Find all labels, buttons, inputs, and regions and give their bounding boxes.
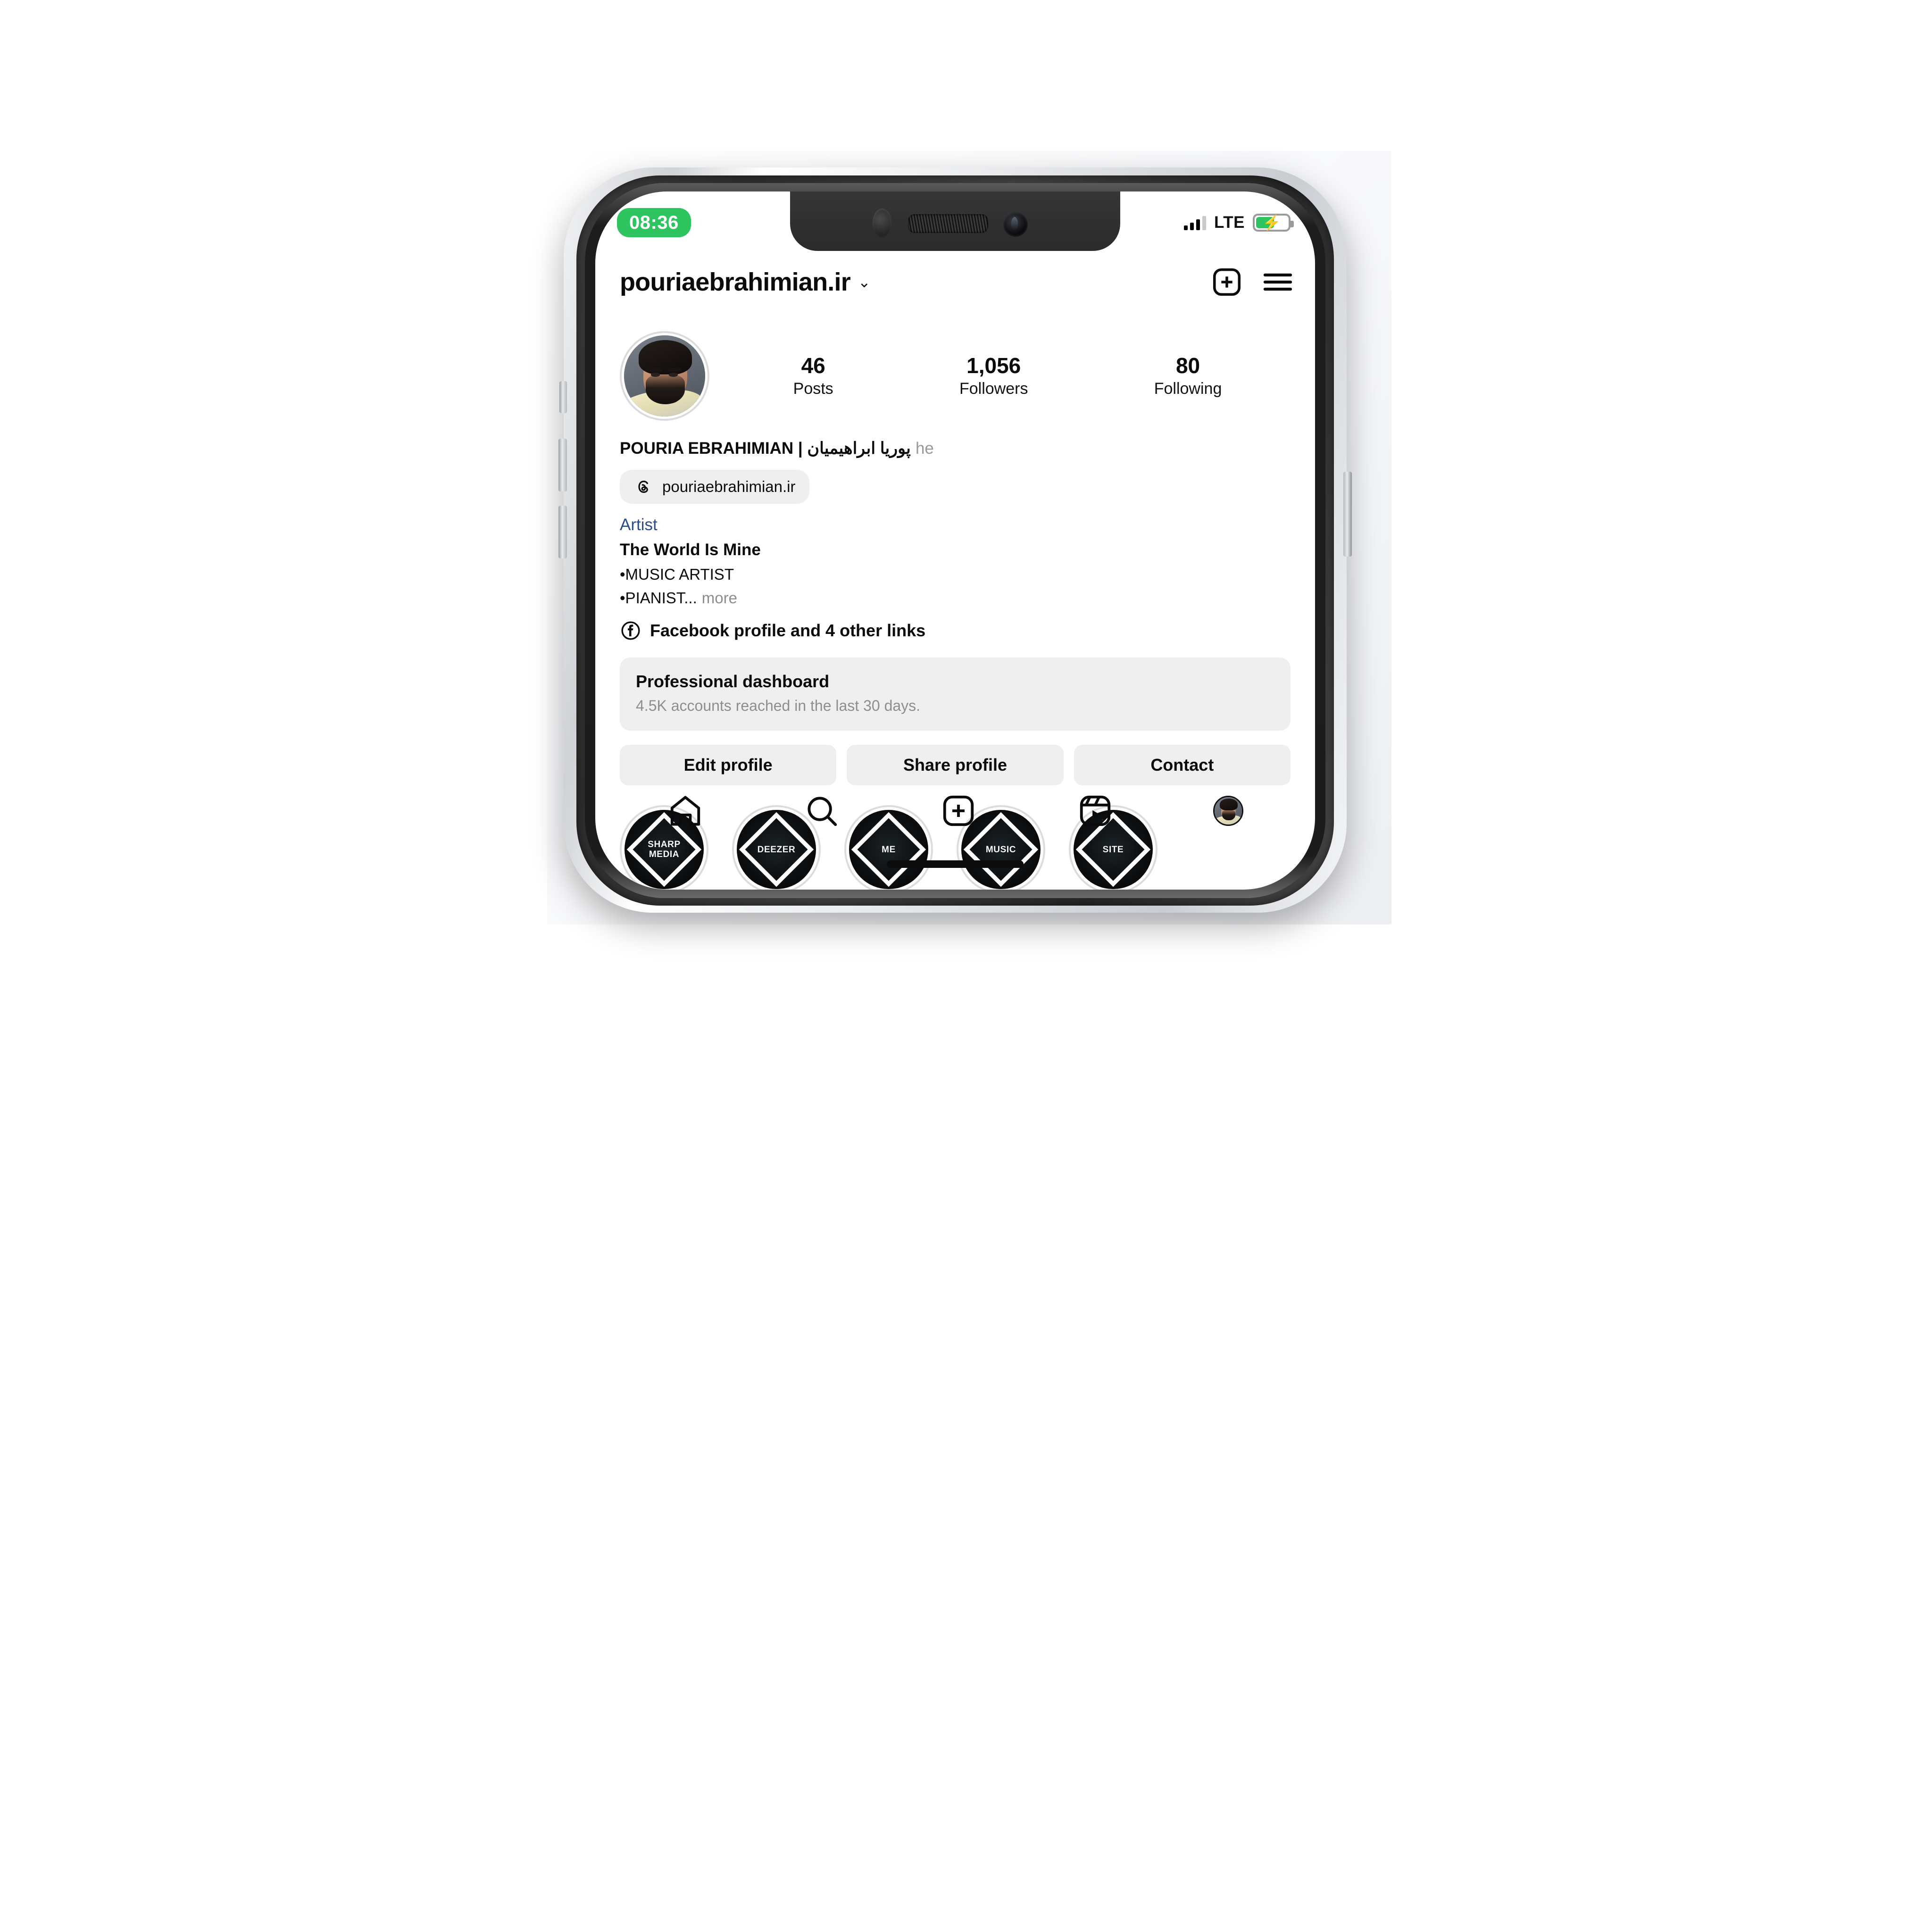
profile-avatar[interactable]	[620, 331, 709, 421]
full-name-text: POURIA EBRAHIMIAN | پوریا ابراهیمیان	[620, 439, 911, 458]
nav-profile[interactable]	[1213, 796, 1244, 826]
battery-icon: ⚡	[1253, 214, 1294, 232]
dashboard-subtitle: 4.5K accounts reached in the last 30 day…	[636, 697, 921, 715]
share-profile-button[interactable]: Share profile	[847, 745, 1064, 786]
front-camera-icon	[1003, 212, 1028, 237]
bio-title: The World Is Mine	[620, 541, 761, 559]
silent-switch[interactable]	[559, 381, 567, 413]
dashboard-title: Professional dashboard	[636, 672, 830, 691]
stat-posts[interactable]: 46 Posts	[793, 353, 833, 399]
charging-bolt-icon: ⚡	[1262, 214, 1281, 231]
posts-label: Posts	[793, 380, 833, 398]
power-button[interactable]	[1343, 472, 1352, 557]
edit-profile-button[interactable]: Edit profile	[620, 745, 837, 786]
threads-badge[interactable]: pouriaebrahimian.ir	[620, 470, 810, 504]
bio-line-2-text: •PIANIST...	[620, 589, 697, 607]
nav-create[interactable]	[940, 792, 977, 829]
stat-followers[interactable]: 1,056 Followers	[959, 353, 1028, 399]
bottom-navigation-bar	[595, 783, 1315, 839]
pronoun-text: he	[915, 439, 934, 458]
followers-count: 1,056	[966, 353, 1021, 378]
proximity-sensor-icon	[873, 208, 891, 238]
contact-button[interactable]: Contact	[1074, 745, 1291, 786]
profile-category: Artist	[620, 516, 658, 534]
following-count: 80	[1175, 353, 1200, 378]
profile-links-row[interactable]: Facebook profile and 4 other links	[620, 620, 1291, 641]
earpiece-speaker-icon	[908, 214, 988, 233]
profile-action-buttons: Edit profile Share profile Contact	[620, 745, 1291, 786]
phone-screen: 08:36 LTE ⚡ pouriaebrahimian.ir ⌄ 46 Pos…	[595, 192, 1315, 890]
profile-stats: 46 Posts 1,056 Followers 80 Following	[709, 353, 1291, 399]
volume-down-button[interactable]	[558, 506, 567, 558]
nav-reels[interactable]	[1077, 792, 1114, 829]
app-header: pouriaebrahimian.ir ⌄	[595, 254, 1315, 310]
status-indicators: LTE ⚡	[1183, 213, 1294, 232]
chevron-down-icon[interactable]: ⌄	[858, 275, 871, 290]
home-indicator[interactable]	[887, 860, 1024, 868]
bio-more-link[interactable]: more	[702, 589, 737, 607]
volume-up-button[interactable]	[558, 439, 567, 491]
facebook-icon	[620, 620, 641, 641]
threads-handle-text: pouriaebrahimian.ir	[662, 478, 796, 495]
posts-count: 46	[801, 353, 825, 378]
highlight-badge-text: MUSIC	[985, 844, 1016, 855]
profile-summary-row: 46 Posts 1,056 Followers 80 Following	[595, 310, 1315, 421]
device-notch	[790, 192, 1120, 251]
hamburger-menu-icon[interactable]	[1259, 264, 1296, 300]
highlight-badge-text: ME	[882, 844, 896, 855]
followers-label: Followers	[959, 380, 1028, 398]
plus-square-icon[interactable]	[1208, 264, 1245, 300]
profile-full-name: POURIA EBRAHIMIAN | پوریا ابراهیمیان he	[620, 439, 1291, 458]
network-type-label: LTE	[1214, 213, 1245, 232]
signal-strength-icon	[1183, 215, 1206, 230]
following-label: Following	[1154, 380, 1222, 398]
highlight-badge-text: SHARP MEDIA	[648, 839, 681, 860]
status-clock: 08:36	[617, 208, 691, 237]
professional-dashboard-card[interactable]: Professional dashboard 4.5K accounts rea…	[620, 658, 1291, 731]
threads-at-icon	[634, 477, 654, 497]
bio-line-2: •PIANIST... more	[620, 588, 1291, 608]
stat-following[interactable]: 80 Following	[1154, 353, 1222, 399]
account-username[interactable]: pouriaebrahimian.ir	[620, 267, 851, 297]
highlight-badge-text: SITE	[1102, 844, 1124, 855]
bio-line-1: •MUSIC ARTIST	[620, 565, 734, 583]
nav-search[interactable]	[803, 792, 840, 829]
profile-links-label: Facebook profile and 4 other links	[650, 621, 926, 641]
nav-home[interactable]	[667, 792, 704, 829]
profile-bio: POURIA EBRAHIMIAN | پوریا ابراهیمیان he p…	[595, 439, 1315, 641]
highlight-badge-text: DEEZER	[757, 844, 796, 855]
